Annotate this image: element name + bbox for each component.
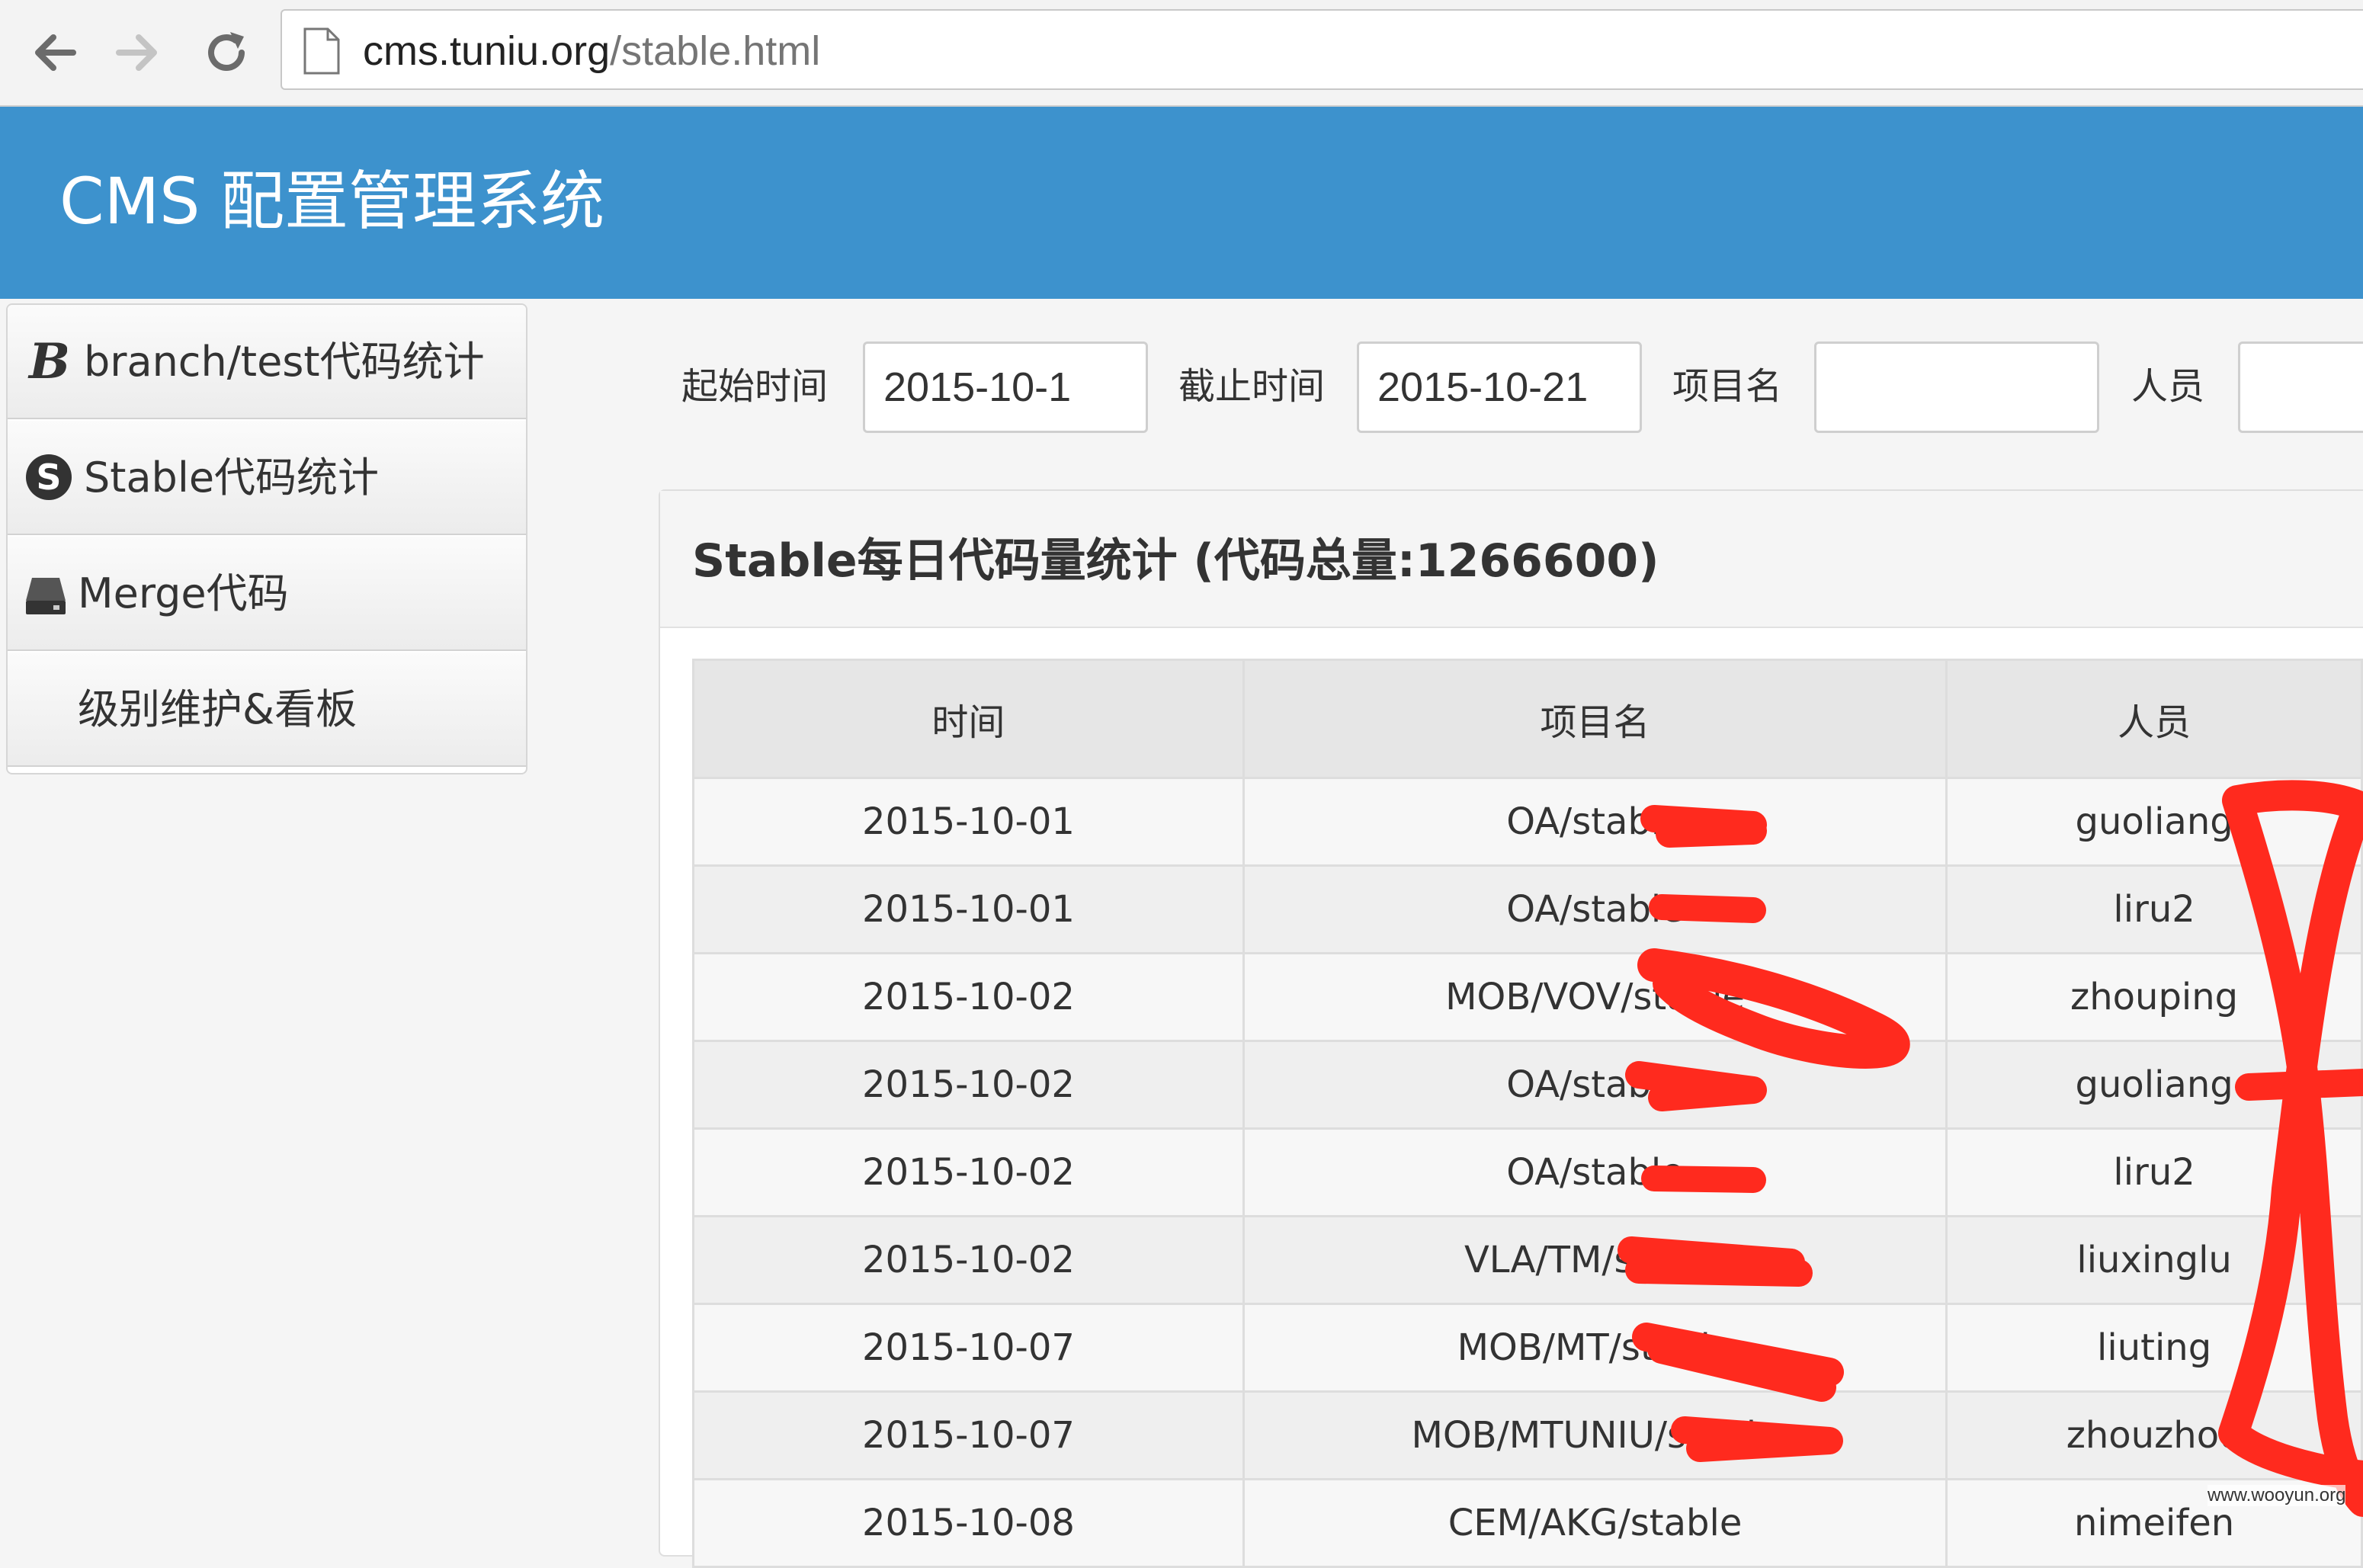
table-row: 2015-10-01 OA/stable liru2 (692, 864, 2363, 954)
cell-project: VLA/TM/stable (1242, 1215, 1948, 1305)
sidebar-item-label: branch/test代码统计 (84, 338, 485, 386)
cell-person: zhouping (1945, 952, 2363, 1042)
sidebar-item-label: 级别维护&看板 (78, 685, 357, 733)
project-name-label: 项目名 (1672, 365, 1783, 408)
cell-project: MOB/VOV/stable (1242, 952, 1948, 1042)
start-time-label: 起始时间 (681, 365, 829, 408)
cell-project: OA/stable (1242, 1040, 1948, 1130)
drive-icon (24, 575, 67, 627)
cell-project: CEM/AKG/stable (1242, 1478, 1948, 1568)
cell-project: MOB/MTUNIU/stable (1242, 1390, 1948, 1480)
project-name-input[interactable] (1814, 341, 2099, 433)
sidebar-item-merge[interactable]: Merge代码 (8, 537, 526, 651)
table-row: 2015-10-02 OA/stable liru2 (692, 1127, 2363, 1217)
end-time-label: 截止时间 (1178, 365, 1326, 408)
cell-time: 2015-10-01 (692, 864, 1245, 954)
browser-toolbar: cms.tuniu.org/stable.html (0, 0, 2363, 107)
cell-time: 2015-10-07 (692, 1390, 1245, 1480)
page-icon (302, 27, 341, 75)
end-time-input[interactable]: 2015-10-21 (1357, 341, 1642, 433)
svg-text:S: S (36, 457, 61, 498)
cell-person: guoliang (1945, 777, 2363, 867)
address-bar[interactable]: cms.tuniu.org/stable.html (281, 9, 2363, 90)
cell-time: 2015-10-01 (692, 777, 1245, 867)
cell-time: 2015-10-02 (692, 1127, 1245, 1217)
cell-person: liuxinglu (1945, 1215, 2363, 1305)
sidebar-item-stable[interactable]: S Stable代码统计 (8, 421, 526, 535)
reload-icon[interactable] (200, 26, 253, 79)
person-label: 人员 (2131, 365, 2205, 408)
table-row: 2015-10-02 VLA/TM/stable liuxinglu (692, 1215, 2363, 1305)
cell-time: 2015-10-02 (692, 1040, 1245, 1130)
cell-project: OA/stable (1242, 1127, 1948, 1217)
cell-project: MOB/MT/stable (1242, 1303, 1948, 1393)
table-row: 2015-10-08 CEM/AKG/stable nimeifen (692, 1478, 2363, 1568)
cell-project: OA/stable (1242, 777, 1948, 867)
url-host: cms.tuniu.org (363, 28, 611, 74)
cell-person: liru2 (1945, 864, 2363, 954)
table-row: 2015-10-02 OA/stable guoliang (692, 1040, 2363, 1130)
cell-time: 2015-10-07 (692, 1303, 1245, 1393)
sidebar: B branch/test代码统计 S Stable代码统计 Merge代码 级… (6, 303, 527, 774)
cell-person: liuting (1945, 1303, 2363, 1393)
column-header-time[interactable]: 时间 (692, 659, 1245, 779)
cell-person: zhouzhou (1945, 1390, 2363, 1480)
cell-time: 2015-10-02 (692, 1215, 1245, 1305)
forward-arrow-icon[interactable] (111, 26, 165, 79)
app-header: CMS 配置管理系统 (0, 107, 2363, 299)
url-path: /stable.html (610, 28, 821, 74)
svg-text:B: B (27, 333, 67, 386)
url-text[interactable]: cms.tuniu.org/stable.html (363, 27, 820, 75)
table-row: 2015-10-01 OA/stable guoliang (692, 777, 2363, 867)
column-header-project[interactable]: 项目名 (1242, 659, 1948, 779)
cell-person: guoliang (1945, 1040, 2363, 1130)
person-input[interactable] (2238, 341, 2363, 433)
sidebar-item-branch-test[interactable]: B branch/test代码统计 (8, 305, 526, 419)
back-arrow-icon[interactable] (27, 26, 81, 79)
watermark: www.wooyun.org (2207, 1485, 2346, 1506)
table-row: 2015-10-02 MOB/VOV/stable zhouping (692, 952, 2363, 1042)
cell-person: liru2 (1945, 1127, 2363, 1217)
sidebar-item-label: Merge代码 (78, 569, 289, 617)
panel-heading: Stable每日代码量统计 (代码总量:1266600) (660, 491, 2363, 628)
stats-table: 时间 项目名 人员 2015-10-01 OA/stable guoliang … (692, 659, 2363, 1568)
table-row: 2015-10-07 MOB/MT/stable liuting (692, 1303, 2363, 1393)
sidebar-item-level[interactable]: 级别维护&看板 (8, 653, 526, 767)
sidebar-item-label: Stable代码统计 (84, 454, 380, 502)
table-header-row: 时间 项目名 人员 (692, 659, 2363, 779)
panel-title: Stable每日代码量统计 (代码总量:1266600) (692, 534, 1659, 588)
column-header-person[interactable]: 人员 (1945, 659, 2363, 779)
cell-project: OA/stable (1242, 864, 1948, 954)
skype-s-icon: S (24, 453, 73, 511)
app-title[interactable]: CMS 配置管理系统 (59, 156, 604, 247)
start-time-input[interactable]: 2015-10-1 (863, 341, 1148, 433)
table-row: 2015-10-07 MOB/MTUNIU/stable zhouzhou (692, 1390, 2363, 1480)
cell-time: 2015-10-08 (692, 1478, 1245, 1568)
bold-b-icon: B (24, 332, 70, 396)
cell-time: 2015-10-02 (692, 952, 1245, 1042)
